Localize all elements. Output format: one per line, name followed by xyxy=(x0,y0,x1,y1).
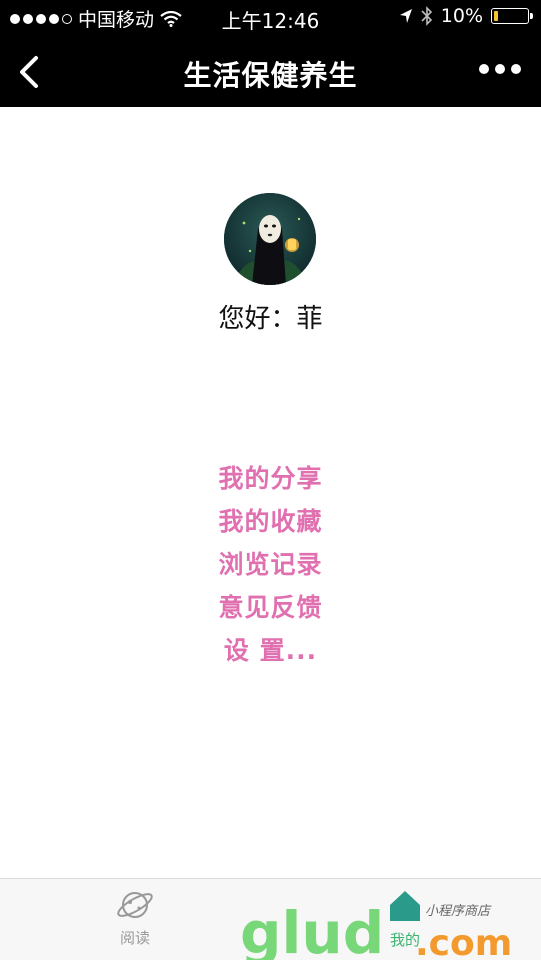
location-arrow-icon xyxy=(399,9,412,23)
nav-bar: 生活保健养生 xyxy=(0,36,541,107)
status-right: 10% xyxy=(399,5,533,27)
bluetooth-icon xyxy=(421,6,432,26)
battery-icon xyxy=(491,8,533,24)
menu-feedback[interactable]: 意见反馈 xyxy=(0,588,541,631)
menu-browse-history[interactable]: 浏览记录 xyxy=(0,545,541,588)
menu-settings[interactable]: 设 置... xyxy=(0,631,541,674)
tab-mine-label: 我的 xyxy=(389,931,420,949)
profile-menu: 我的分享 我的收藏 浏览记录 意见反馈 设 置... xyxy=(0,459,541,674)
top-bar: 中国移动 上午12:46 10% 生活保健养生 xyxy=(0,0,541,107)
tab-bar: 阅读 我的 xyxy=(0,878,541,960)
tab-read-label: 阅读 xyxy=(119,929,150,947)
planet-icon xyxy=(117,892,153,918)
avatar[interactable] xyxy=(224,193,316,285)
status-bar: 中国移动 上午12:46 10% xyxy=(0,0,541,36)
menu-my-shares[interactable]: 我的分享 xyxy=(0,459,541,502)
tab-read[interactable]: 阅读 xyxy=(90,885,180,948)
tab-mine[interactable]: 我的 xyxy=(360,885,450,950)
menu-my-favorites[interactable]: 我的收藏 xyxy=(0,502,541,545)
greeting-text: 您好：菲 xyxy=(218,304,323,334)
battery-percent: 10% xyxy=(440,5,483,27)
screen: 中国移动 上午12:46 10% 生活保健养生 您好：菲 我的分享 我的收藏 浏… xyxy=(0,0,541,960)
page-title: 生活保健养生 xyxy=(183,59,358,92)
more-dots-icon[interactable] xyxy=(479,64,521,74)
